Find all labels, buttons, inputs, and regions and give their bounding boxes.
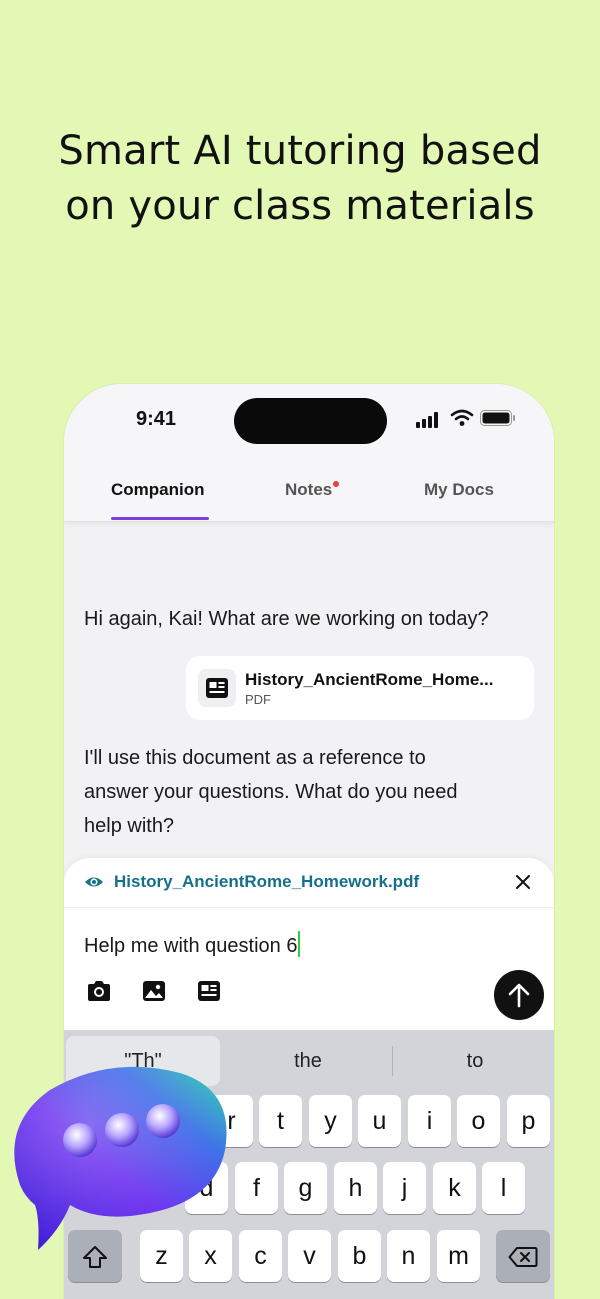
- chat-thread: Hi again, Kai! What are we working on to…: [64, 522, 554, 862]
- key-p[interactable]: p: [507, 1095, 550, 1147]
- suggestion-3[interactable]: to: [396, 1036, 554, 1086]
- image-icon[interactable]: [142, 980, 166, 1002]
- message-input[interactable]: Help me with question 6: [84, 931, 301, 958]
- message-composer: History_AncientRome_Homework.pdf Help me…: [64, 858, 554, 1030]
- key-n[interactable]: n: [387, 1230, 430, 1282]
- delete-key[interactable]: [496, 1230, 550, 1282]
- camera-icon[interactable]: [86, 980, 112, 1002]
- suggestion-2[interactable]: the: [228, 1036, 388, 1086]
- tab-notes-label: Notes: [285, 480, 333, 499]
- key-o[interactable]: o: [457, 1095, 500, 1147]
- notification-dot: [333, 481, 340, 487]
- key-c[interactable]: c: [239, 1230, 282, 1282]
- status-time: 9:41: [136, 408, 177, 430]
- key-h[interactable]: h: [334, 1162, 377, 1214]
- assistant-reply-line-1: I'll use this document as a reference to: [84, 747, 426, 769]
- key-j[interactable]: j: [383, 1162, 426, 1214]
- tab-my-docs[interactable]: My Docs: [424, 480, 494, 500]
- close-icon[interactable]: [514, 873, 532, 891]
- key-f[interactable]: f: [235, 1162, 278, 1214]
- battery-icon: [480, 410, 515, 426]
- attached-document-row: History_AncientRome_Homework.pdf: [64, 858, 554, 908]
- key-i[interactable]: i: [408, 1095, 451, 1147]
- key-t[interactable]: t: [259, 1095, 302, 1147]
- assistant-greeting: Hi again, Kai! What are we working on to…: [84, 608, 489, 630]
- dynamic-island: [234, 398, 387, 444]
- headline-line-2: on your class materials: [65, 183, 535, 229]
- active-tab-indicator: [111, 517, 209, 520]
- text-cursor: [298, 931, 301, 957]
- headline: Smart AI tutoring based on your class ma…: [0, 124, 600, 234]
- message-input-value: Help me with question 6: [84, 935, 298, 957]
- assistant-reply-line-2: answer your questions. What do you need: [84, 781, 458, 803]
- document-attachment-card[interactable]: History_AncientRome_Home... PDF: [186, 656, 534, 720]
- document-type: PDF: [245, 692, 271, 707]
- tab-notes[interactable]: Notes: [285, 480, 340, 500]
- tab-companion-label: Companion: [111, 480, 205, 499]
- key-b[interactable]: b: [338, 1230, 381, 1282]
- eye-icon[interactable]: [84, 873, 104, 891]
- suggestion-divider: [392, 1046, 393, 1076]
- document-title: History_AncientRome_Home...: [245, 670, 494, 689]
- headline-line-1: Smart AI tutoring based: [58, 128, 542, 174]
- key-u[interactable]: u: [358, 1095, 401, 1147]
- chat-bubble-mascot-icon: [14, 1066, 227, 1250]
- key-k[interactable]: k: [433, 1162, 476, 1214]
- document-icon: [198, 669, 236, 707]
- key-v[interactable]: v: [288, 1230, 331, 1282]
- send-button[interactable]: [494, 970, 544, 1020]
- cellular-signal-icon: [416, 412, 438, 428]
- key-l[interactable]: l: [482, 1162, 525, 1214]
- tab-bar: Companion Notes My Docs: [64, 462, 554, 522]
- status-bar: 9:41: [64, 384, 554, 462]
- key-y[interactable]: y: [309, 1095, 352, 1147]
- attached-document-name: History_AncientRome_Homework.pdf: [114, 872, 420, 891]
- tab-my-docs-label: My Docs: [424, 480, 494, 499]
- key-m[interactable]: m: [437, 1230, 480, 1282]
- key-g[interactable]: g: [284, 1162, 327, 1214]
- wifi-icon: [450, 409, 474, 426]
- document-icon[interactable]: [197, 980, 221, 1002]
- assistant-reply: I'll use this document as a reference to…: [84, 741, 524, 843]
- arrow-up-icon: [508, 983, 530, 1008]
- backspace-icon: [508, 1247, 538, 1267]
- assistant-reply-line-3: help with?: [84, 815, 175, 837]
- tab-companion[interactable]: Companion: [111, 480, 205, 500]
